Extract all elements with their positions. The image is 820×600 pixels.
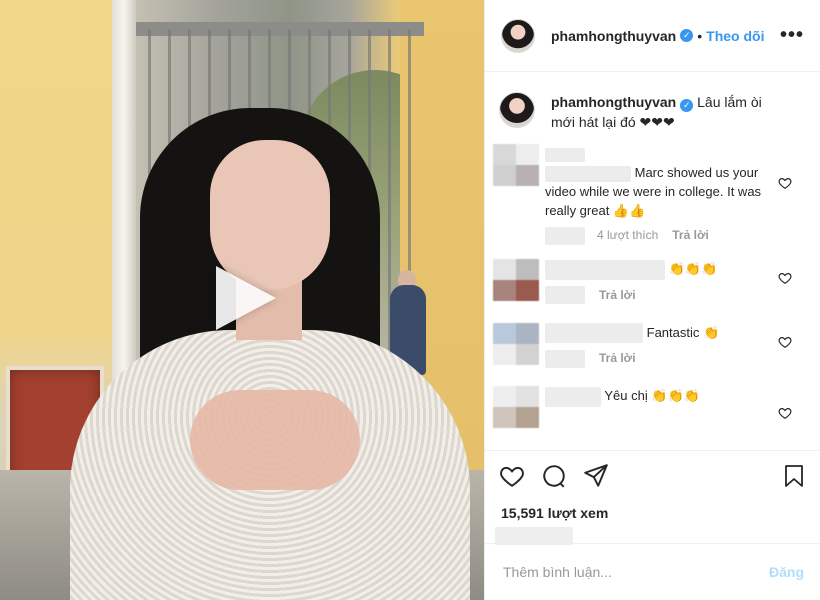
avatar-pixel xyxy=(493,343,516,365)
avatar-pixel xyxy=(516,386,539,408)
comment-username-blurred xyxy=(545,144,765,163)
caption-avatar[interactable] xyxy=(499,92,535,128)
more-icon[interactable]: ••• xyxy=(780,24,804,47)
comment-meta: 4 lượt thích Trả lời xyxy=(545,226,765,245)
reply-button[interactable]: Trả lời xyxy=(672,226,709,245)
avatar-pixel xyxy=(516,165,539,186)
avatar-pixel xyxy=(516,144,539,165)
post-button[interactable]: Đăng xyxy=(769,564,804,580)
caption-text-block: phamhongthuyvan ✓ Lâu lắm òi mới hát lại … xyxy=(551,92,781,132)
avatar-pixel xyxy=(493,386,516,408)
comment-body: 👏👏👏 Trả lời xyxy=(545,259,765,305)
video-player[interactable] xyxy=(0,0,484,600)
comment-input[interactable] xyxy=(501,563,769,581)
comment-body: Yêu chị 👏👏👏 xyxy=(545,386,765,428)
reply-button[interactable]: Trả lời xyxy=(599,349,636,368)
view-count[interactable]: 15,591 lượt xem xyxy=(485,491,820,521)
caption-username[interactable]: phamhongthuyvan xyxy=(551,94,676,110)
caption: phamhongthuyvan ✓ Lâu lắm òi mới hát lại … xyxy=(485,72,820,142)
separator-dot: • xyxy=(697,27,703,44)
follow-button[interactable]: Theo dõi xyxy=(706,28,764,44)
avatar-pixel xyxy=(516,343,539,365)
comment-text: Fantastic 👏 xyxy=(646,324,720,340)
avatar-pixel xyxy=(493,322,516,344)
avatar-pixel xyxy=(493,144,516,165)
avatar-pixel xyxy=(493,165,516,186)
heart-icon[interactable] xyxy=(778,406,792,420)
comment-item: 👏👏👏 Trả lời xyxy=(485,259,820,305)
comment-text: 👏👏👏 xyxy=(668,261,718,276)
heart-icon[interactable] xyxy=(778,271,792,285)
blurred-time xyxy=(545,226,585,245)
verified-icon: ✓ xyxy=(680,29,694,42)
avatar-pixel xyxy=(516,407,539,429)
play-icon[interactable] xyxy=(216,266,276,330)
add-comment-bar: Đăng xyxy=(485,543,820,600)
like-count[interactable]: 4 lượt thích xyxy=(597,226,658,245)
blurred-username xyxy=(545,323,643,344)
post-header: phamhongthuyvan ✓ • Theo dõi ••• xyxy=(485,0,820,72)
comment-body: Marc showed us your video while we were … xyxy=(545,144,765,245)
share-icon[interactable] xyxy=(583,463,609,489)
blurred-time xyxy=(545,349,585,368)
avatar-pixel xyxy=(516,280,539,301)
avatar-pixel xyxy=(516,322,539,344)
action-icons xyxy=(485,451,820,491)
comment-item: Marc showed us your video while we were … xyxy=(485,144,820,245)
blurred-username xyxy=(545,259,665,280)
comment-text: Yêu chị 👏👏👏 xyxy=(604,388,700,404)
blurred-username xyxy=(545,165,631,182)
avatar[interactable] xyxy=(501,18,535,53)
comment-avatar[interactable] xyxy=(493,322,539,365)
blurred-username xyxy=(545,147,585,162)
heart-icon[interactable] xyxy=(499,463,525,489)
comment-icon[interactable] xyxy=(541,463,567,489)
avatar-pixel xyxy=(493,259,516,280)
comment-item: Fantastic 👏 Trả lời xyxy=(485,322,820,369)
heart-icon[interactable] xyxy=(778,335,792,349)
comment-avatar[interactable] xyxy=(493,259,539,301)
comment-avatar[interactable] xyxy=(493,144,539,186)
blurred-username xyxy=(545,386,601,407)
post-sidebar: phamhongthuyvan ✓ • Theo dõi ••• phamhon… xyxy=(484,0,820,600)
avatar-pixel xyxy=(493,407,516,429)
blurred-time xyxy=(545,286,585,305)
bookmark-icon[interactable] xyxy=(782,463,806,489)
action-bar: 15,591 lượt xem xyxy=(485,450,820,545)
verified-icon: ✓ xyxy=(680,99,694,112)
comment-meta: Trả lời xyxy=(545,349,765,368)
comment-body: Fantastic 👏 Trả lời xyxy=(545,323,765,369)
comments-list[interactable]: phamhongthuyvan ✓ Lâu lắm òi mới hát lại … xyxy=(485,72,820,450)
username-link[interactable]: phamhongthuyvan xyxy=(551,28,676,44)
comment-item: Yêu chị 👏👏👏 xyxy=(485,386,820,429)
avatar-pixel xyxy=(493,280,516,301)
singer-hands xyxy=(190,390,360,490)
avatar-pixel xyxy=(516,259,539,280)
comment-meta: Trả lời xyxy=(545,286,765,305)
reply-button[interactable]: Trả lời xyxy=(599,286,636,305)
comment-avatar[interactable] xyxy=(493,386,539,429)
heart-icon[interactable] xyxy=(778,176,792,190)
